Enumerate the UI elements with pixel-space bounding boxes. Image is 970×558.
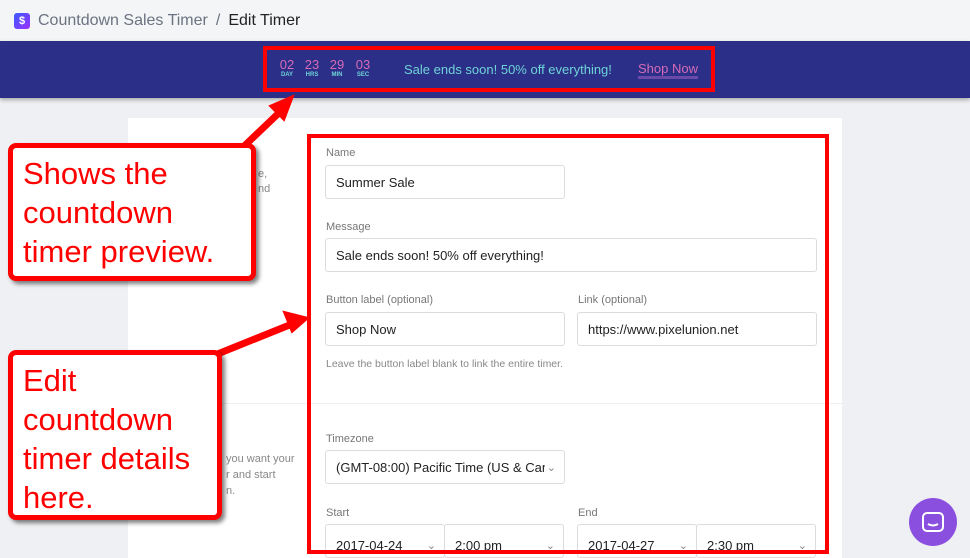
chat-button[interactable] [909, 498, 957, 546]
details-callout: Edit countdown timer details here. [8, 350, 222, 520]
chat-icon [922, 512, 944, 532]
arrow-to-preview [236, 94, 295, 154]
arrow-to-form [211, 310, 311, 359]
preview-callout: Shows the countdown timer preview. [8, 143, 256, 281]
